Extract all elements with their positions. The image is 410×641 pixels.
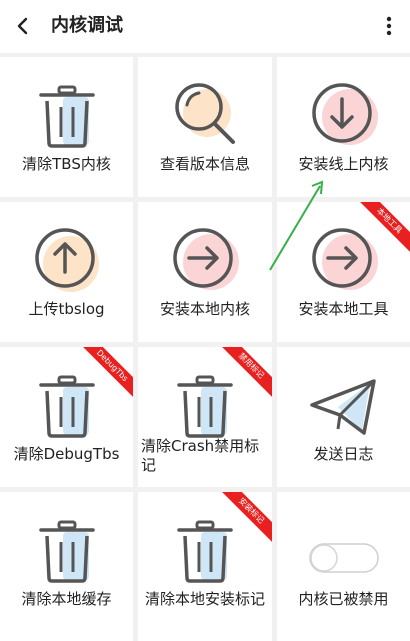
- debug-tile[interactable]: 内核已被禁用: [277, 492, 410, 641]
- debug-tile[interactable]: 清除Crash禁用标记 禁用标记: [138, 347, 272, 487]
- trash-icon: [169, 369, 241, 441]
- tile-label: 清除本地安装标记: [144, 590, 265, 608]
- tile-label: 上传tbslog: [28, 300, 105, 318]
- debug-tile[interactable]: 清除DebugTbs DebugTbs: [0, 347, 133, 487]
- tile-label: 安装本地工具: [298, 300, 389, 318]
- tile-label: 清除DebugTbs: [13, 445, 120, 463]
- debug-tile[interactable]: 安装本地内核: [138, 202, 272, 342]
- debug-tile[interactable]: 安装线上内核: [277, 57, 410, 197]
- arrow-right-circle-icon: [169, 224, 241, 296]
- more-menu-button[interactable]: [374, 10, 404, 42]
- debug-tile[interactable]: 清除TBS内核: [0, 57, 133, 197]
- tile-label: 安装线上内核: [298, 155, 389, 173]
- more-vertical-icon: [386, 16, 392, 36]
- chevron-left-icon: [17, 17, 28, 35]
- send-icon: [308, 369, 380, 441]
- debug-tile[interactable]: 发送日志: [277, 347, 410, 487]
- tile-label: 查看版本信息: [159, 155, 250, 173]
- tile-label: 清除Crash禁用标记: [141, 437, 260, 474]
- back-button[interactable]: [8, 10, 38, 42]
- tile-label: 清除TBS内核: [22, 155, 111, 173]
- search-icon: [169, 79, 241, 151]
- debug-tile[interactable]: 清除本地缓存: [0, 492, 133, 641]
- arrow-right-circle-icon: [308, 224, 380, 296]
- debug-tile[interactable]: 清除本地安装标记 安装标记: [138, 492, 272, 641]
- trash-icon: [31, 79, 103, 151]
- debug-tile[interactable]: 上传tbslog: [0, 202, 133, 342]
- toggle-switch-icon: [308, 522, 380, 594]
- page-title: 内核调试: [51, 15, 123, 36]
- trash-icon: [31, 514, 103, 586]
- download-circle-icon: [308, 79, 380, 151]
- trash-icon: [31, 369, 103, 441]
- tile-label: 安装本地内核: [159, 300, 250, 318]
- tile-label: 发送日志: [313, 445, 374, 463]
- trash-icon: [169, 514, 241, 586]
- tile-label: 清除本地缓存: [21, 590, 112, 608]
- upload-circle-icon: [31, 224, 103, 296]
- debug-tile[interactable]: 安装本地工具 本地工具: [277, 202, 410, 342]
- tile-label: 内核已被禁用: [298, 590, 389, 608]
- debug-tile[interactable]: 查看版本信息: [138, 57, 272, 197]
- app-header: 内核调试: [0, 0, 410, 53]
